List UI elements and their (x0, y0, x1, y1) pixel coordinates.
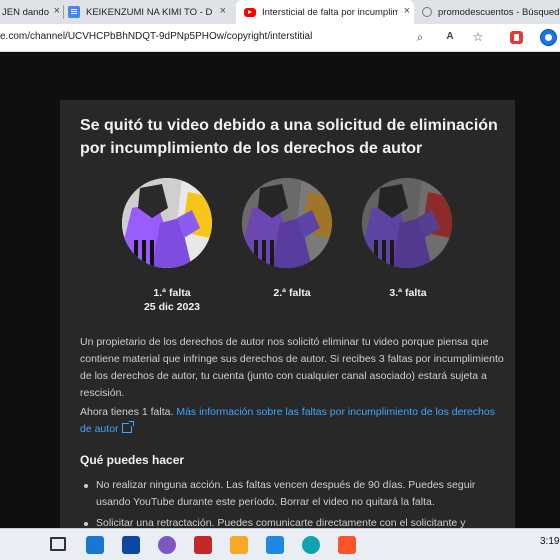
profile-avatar[interactable] (540, 29, 557, 46)
address-bar: e.com/channel/UCVHCPbBhNDQT-9dPNp5PHOw/c… (0, 24, 560, 52)
read-aloud-icon[interactable]: A (443, 30, 457, 44)
current-strikes-line: Ahora tienes 1 falta. Más información so… (80, 404, 505, 438)
strike-3-label: 3.ª falta (389, 287, 427, 299)
close-icon[interactable]: × (220, 5, 226, 17)
strike-explanation: Un propietario de los derechos de autor … (80, 336, 504, 399)
tab-search[interactable]: promodescuentos - Búsqueda (420, 0, 560, 24)
search-icon (422, 7, 432, 17)
google-docs-icon (68, 6, 80, 18)
strike-1-label: 1.ª falta (153, 287, 191, 299)
tab-jen[interactable]: JEN dando × (0, 0, 62, 24)
task-view-icon[interactable] (50, 537, 66, 551)
copilot-icon[interactable] (158, 536, 176, 554)
brave-icon[interactable] (338, 536, 356, 554)
option-text: No realizar ninguna acción. Las faltas v… (96, 479, 476, 508)
strike-3-illustration (362, 178, 452, 268)
tab-title: JEN dando (2, 6, 50, 18)
bullet-dot (84, 484, 88, 488)
file-explorer-icon[interactable] (230, 536, 248, 554)
strike-2-label: 2.ª falta (273, 287, 311, 299)
zoom-icon[interactable]: ⌕ (413, 30, 427, 44)
bullet-dot (84, 522, 88, 526)
youtube-icon (244, 7, 256, 17)
tab-strip: JEN dando × KEIKENZUMI NA KIMI TO - Docu… (0, 0, 560, 24)
current-strikes-text: Ahora tienes 1 falta. (80, 406, 174, 418)
mail-icon[interactable] (86, 536, 104, 554)
close-icon[interactable]: × (404, 5, 410, 17)
strike-1-date: 25 dic 2023 (143, 301, 201, 313)
extension-icon[interactable] (510, 31, 523, 44)
favorite-star-icon[interactable]: ☆ (471, 30, 485, 44)
strike-1-illustration (122, 178, 212, 268)
app-l-icon[interactable] (122, 536, 140, 554)
store-icon[interactable] (266, 536, 284, 554)
strike-2-illustration (242, 178, 332, 268)
external-link-icon (121, 421, 134, 433)
what-you-can-do-heading: Qué puedes hacer (80, 453, 185, 467)
tab-title: KEIKENZUMI NA KIMI TO - Docu (86, 6, 212, 18)
tab-docs[interactable]: KEIKENZUMI NA KIMI TO - Docu × (68, 0, 230, 24)
option-item: No realizar ninguna acción. Las faltas v… (80, 477, 500, 511)
tab-title: Intersticial de falta por incumplim (262, 6, 398, 18)
dialog-title: Se quitó tu video debido a una solicitud… (80, 117, 498, 157)
edge-icon[interactable] (302, 536, 320, 554)
url-field[interactable]: e.com/channel/UCVHCPbBhNDQT-9dPNp5PHOw/c… (0, 31, 312, 42)
tab-title: promodescuentos - Búsqueda (438, 6, 560, 18)
close-icon[interactable]: × (54, 5, 60, 17)
antivirus-icon[interactable] (194, 536, 212, 554)
clock-time[interactable]: 3:19 (540, 536, 559, 547)
tab-youtube-interstitial[interactable]: Intersticial de falta por incumplim × (236, 0, 414, 24)
